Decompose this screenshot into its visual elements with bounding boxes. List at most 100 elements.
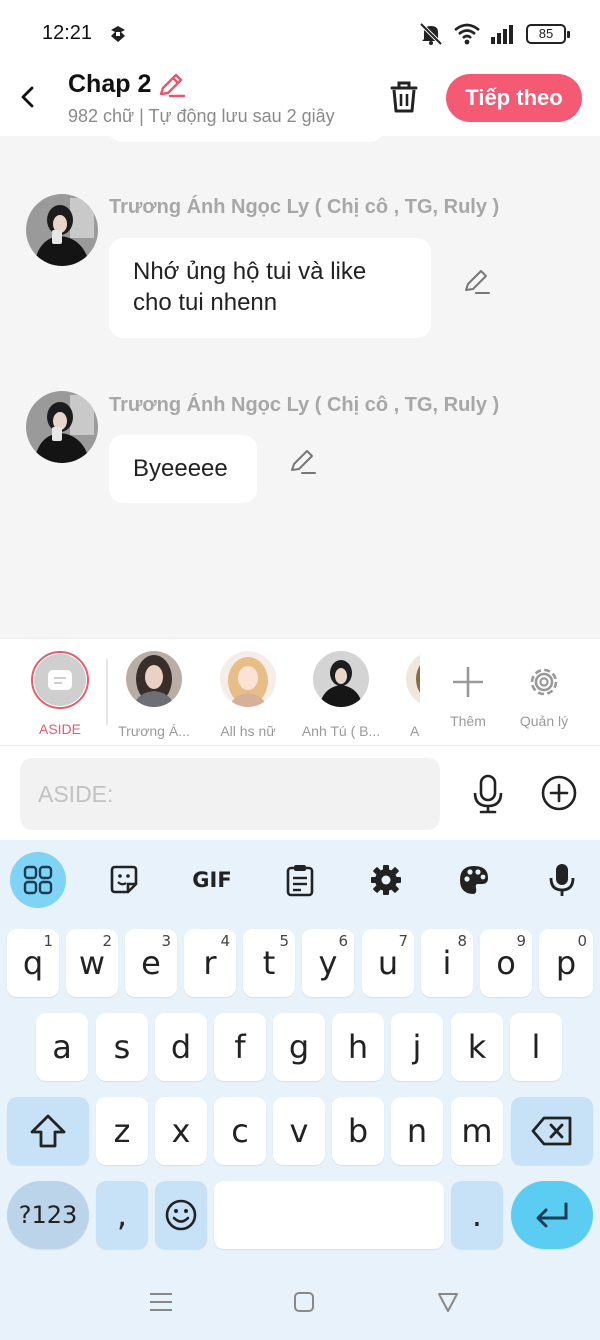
backspace-icon: [531, 1116, 572, 1146]
divider: [106, 659, 108, 725]
key-u[interactable]: u7: [362, 929, 414, 997]
edit-message-icon[interactable]: [288, 446, 318, 476]
message-bubble[interactable]: Nhớ ủng hộ tui và like cho tui nhenn: [109, 238, 431, 338]
key-i[interactable]: i8: [421, 929, 473, 997]
message-bubble[interactable]: Byeeeee: [109, 435, 257, 503]
key-s[interactable]: s: [96, 1013, 148, 1081]
key-k[interactable]: k: [451, 1013, 503, 1081]
voice-input-button[interactable]: [534, 852, 590, 908]
shift-key[interactable]: [7, 1097, 89, 1165]
key-o[interactable]: o9: [480, 929, 532, 997]
chapter-title[interactable]: Chap 2: [68, 70, 151, 99]
key-f[interactable]: f: [214, 1013, 266, 1081]
add-character-button[interactable]: Thêm: [428, 651, 508, 729]
apps-grid-button[interactable]: [10, 852, 66, 908]
key-v[interactable]: v: [273, 1097, 325, 1165]
key-char: u: [377, 944, 399, 982]
key-e[interactable]: e3: [125, 929, 177, 997]
key-hint: 2: [102, 932, 112, 950]
clipboard-button[interactable]: [272, 852, 328, 908]
backspace-key[interactable]: [511, 1097, 593, 1165]
next-button[interactable]: Tiếp theo: [446, 74, 582, 122]
key-hint: 5: [279, 932, 289, 950]
key-hint: 0: [577, 932, 587, 950]
key-r[interactable]: r4: [184, 929, 236, 997]
trash-icon[interactable]: [386, 78, 422, 116]
manage-characters-button[interactable]: Quản lý: [504, 651, 584, 729]
key-hint: 7: [398, 932, 408, 950]
key-h[interactable]: h: [332, 1013, 384, 1081]
character-avatar: [220, 651, 276, 707]
character-label: All hs nữ: [220, 723, 276, 739]
character-item[interactable]: A: [378, 651, 420, 739]
key-b[interactable]: b: [332, 1097, 384, 1165]
gif-button[interactable]: GIF: [184, 852, 240, 908]
key-t[interactable]: t5: [243, 929, 295, 997]
key-w[interactable]: w2: [66, 929, 118, 997]
status-indicators: 85: [418, 22, 570, 46]
character-item[interactable]: Anh Tú ( B...: [301, 651, 381, 739]
period-key[interactable]: .: [451, 1181, 503, 1249]
key-char: r: [203, 944, 217, 982]
key-l[interactable]: l: [510, 1013, 562, 1081]
grid-icon: [23, 865, 53, 895]
key-d[interactable]: d: [155, 1013, 207, 1081]
editor-header: Chap 2 982 chữ | Tự động lưu sau 2 giây …: [0, 60, 600, 136]
key-m[interactable]: m: [451, 1097, 503, 1165]
edit-message-icon[interactable]: [462, 266, 492, 296]
plus-icon: [453, 667, 483, 697]
key-g[interactable]: g: [273, 1013, 325, 1081]
enter-icon: [536, 1202, 568, 1228]
message-input[interactable]: [20, 758, 440, 830]
key-p[interactable]: p0: [539, 929, 593, 997]
mute-bell-icon: [419, 22, 443, 46]
key-n[interactable]: n: [391, 1097, 443, 1165]
character-label: ASIDE: [38, 721, 81, 737]
key-char: q: [22, 944, 44, 982]
theme-button[interactable]: [446, 852, 502, 908]
note-icon: [48, 670, 72, 690]
character-label: A: [410, 723, 420, 739]
key-a[interactable]: a: [36, 1013, 88, 1081]
character-item[interactable]: All hs nữ: [208, 651, 288, 739]
character-aside[interactable]: ASIDE: [20, 651, 100, 737]
symbols-key[interactable]: ?123: [7, 1181, 89, 1249]
character-avatar: [126, 651, 182, 707]
battery-indicator: 85: [526, 24, 570, 44]
edit-title-icon[interactable]: [156, 70, 186, 100]
add-circle-icon[interactable]: [540, 774, 578, 812]
microphone-icon[interactable]: [470, 774, 506, 814]
key-hint: 1: [43, 932, 53, 950]
sticker-button[interactable]: [96, 852, 152, 908]
message-author: Trương Ánh Ngọc Ly ( Chị cô , TG, Ruly ): [109, 394, 500, 416]
avatar-photo: [26, 391, 98, 463]
shift-icon: [30, 1114, 66, 1148]
enter-key[interactable]: [511, 1181, 593, 1249]
wifi-icon: [454, 23, 480, 45]
avatar[interactable]: [26, 194, 98, 266]
key-q[interactable]: q1: [7, 929, 59, 997]
signal-icon: [491, 25, 513, 44]
back-triangle-icon[interactable]: [436, 1290, 460, 1314]
recent-apps-icon[interactable]: [148, 1290, 174, 1314]
aside-selected-ring: [31, 651, 89, 709]
clipboard-icon: [286, 865, 314, 897]
sticker-icon: [110, 865, 138, 894]
character-item[interactable]: Trương Á...: [114, 651, 194, 739]
home-icon[interactable]: [292, 1290, 316, 1314]
key-c[interactable]: c: [214, 1097, 266, 1165]
character-label: Thêm: [450, 713, 486, 729]
message-text-line: Nhớ ủng hộ tui và like: [133, 258, 367, 285]
back-button[interactable]: [14, 80, 42, 114]
keyboard-settings-button[interactable]: [358, 852, 414, 908]
character-label: Trương Á...: [118, 723, 190, 739]
key-y[interactable]: y6: [302, 929, 354, 997]
space-key[interactable]: [214, 1181, 444, 1249]
key-x[interactable]: x: [155, 1097, 207, 1165]
avatar[interactable]: [26, 391, 98, 463]
emoji-key[interactable]: [155, 1181, 207, 1249]
comma-key[interactable]: ,: [96, 1181, 148, 1249]
key-z[interactable]: z: [96, 1097, 148, 1165]
key-j[interactable]: j: [391, 1013, 443, 1081]
microphone-icon: [549, 864, 575, 896]
